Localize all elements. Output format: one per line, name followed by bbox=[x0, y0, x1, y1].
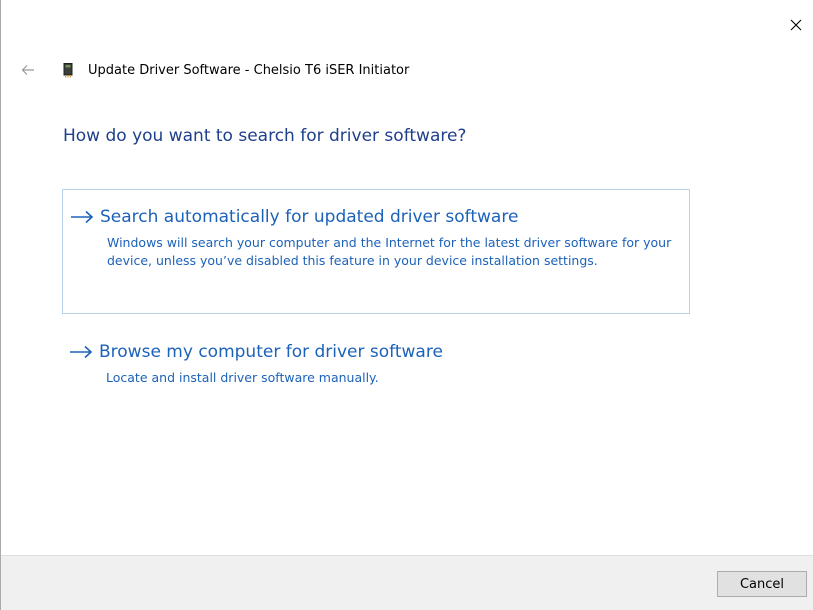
close-button[interactable] bbox=[785, 14, 807, 36]
cancel-button[interactable]: Cancel bbox=[717, 571, 807, 597]
option-header: Browse my computer for driver software bbox=[69, 342, 443, 362]
back-arrow-icon bbox=[21, 65, 34, 75]
arrow-right-icon bbox=[70, 208, 100, 226]
back-button[interactable] bbox=[17, 60, 39, 80]
option-header: Search automatically for updated driver … bbox=[70, 207, 518, 227]
title-bar: Update Driver Software - Chelsio T6 iSER… bbox=[63, 60, 409, 80]
window-title: Update Driver Software - Chelsio T6 iSER… bbox=[88, 62, 410, 78]
browse-computer-title[interactable]: Browse my computer for driver software bbox=[99, 342, 443, 362]
search-automatically-description: Windows will search your computer and th… bbox=[107, 235, 672, 268]
browse-computer-option[interactable]: Browse my computer for driver software L… bbox=[62, 334, 690, 404]
device-icon bbox=[63, 62, 77, 78]
close-icon bbox=[790, 19, 802, 31]
browse-computer-description: Locate and install driver software manua… bbox=[106, 370, 379, 385]
page-heading: How do you want to search for driver sof… bbox=[63, 126, 467, 146]
update-driver-window: Update Driver Software - Chelsio T6 iSER… bbox=[0, 0, 813, 610]
dialog-footer: Cancel bbox=[1, 555, 813, 610]
search-automatically-option[interactable]: Search automatically for updated driver … bbox=[62, 189, 690, 314]
search-automatically-title[interactable]: Search automatically for updated driver … bbox=[100, 207, 518, 227]
arrow-right-icon bbox=[69, 343, 99, 361]
